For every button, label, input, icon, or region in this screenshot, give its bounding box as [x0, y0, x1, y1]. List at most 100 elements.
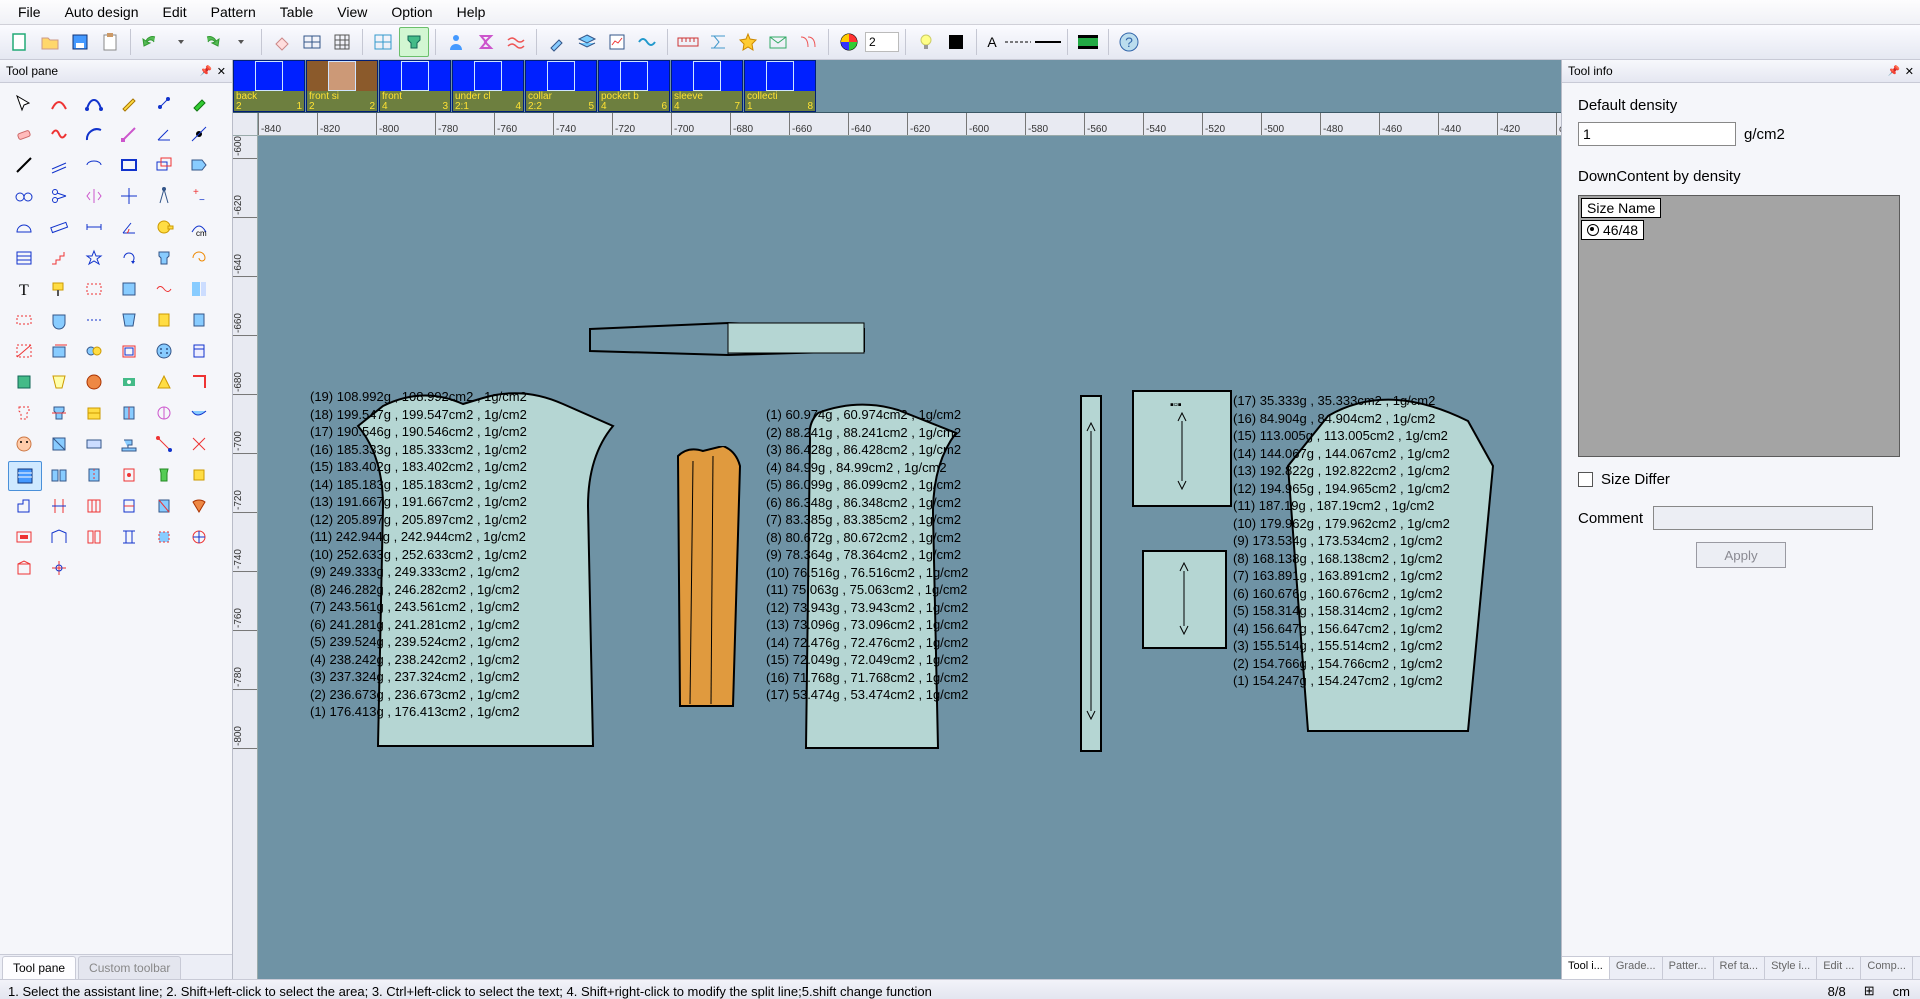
r4c1-icon[interactable] [8, 399, 40, 427]
r5c2-icon[interactable] [43, 430, 75, 458]
r2c4-icon[interactable] [113, 337, 145, 365]
r8c5-icon[interactable] [148, 523, 180, 551]
arc-tool-icon[interactable] [78, 120, 110, 148]
color-number-input[interactable] [865, 32, 899, 52]
save-icon[interactable] [66, 28, 94, 56]
r3c2-icon[interactable] [43, 368, 75, 396]
node-tool-icon[interactable] [148, 89, 180, 117]
piece4-tool-icon[interactable] [148, 306, 180, 334]
piece-thumb-collecti[interactable]: collecti18 [744, 60, 816, 112]
fan-tool-icon[interactable] [183, 492, 215, 520]
menu-help[interactable]: Help [445, 1, 498, 23]
menu-option[interactable]: Option [379, 1, 444, 23]
tab-custom-toolbar[interactable]: Custom toolbar [78, 956, 181, 979]
eraser-tool-icon[interactable] [8, 120, 40, 148]
piece-thumb-back[interactable]: back21 [233, 60, 305, 112]
waves-icon[interactable] [502, 28, 530, 56]
piece-thumb-front[interactable]: front43 [379, 60, 451, 112]
r4c6-icon[interactable] [183, 399, 215, 427]
pen-tool-icon[interactable] [113, 89, 145, 117]
piece-thumb-pocket-b[interactable]: pocket b46 [598, 60, 670, 112]
anglemeas-tool-icon[interactable] [113, 213, 145, 241]
tape-tool-icon[interactable] [148, 213, 180, 241]
r2c6-icon[interactable] [183, 337, 215, 365]
star3-tool-icon[interactable] [78, 244, 110, 272]
line-weight-dropdown[interactable] [1033, 28, 1061, 56]
close-icon[interactable]: ✕ [217, 65, 226, 78]
piece-thumb-front-si[interactable]: front si22 [306, 60, 378, 112]
ruler-diag-tool-icon[interactable] [43, 213, 75, 241]
line-tool-icon[interactable] [8, 151, 40, 179]
sigma-icon[interactable] [472, 28, 500, 56]
chart-icon[interactable] [603, 28, 631, 56]
r6c2-icon[interactable] [43, 461, 75, 489]
protractor-tool-icon[interactable] [8, 213, 40, 241]
compass-tool-icon[interactable] [148, 182, 180, 210]
r9c2-icon[interactable] [43, 554, 75, 582]
right-tab-1[interactable]: Grade... [1610, 957, 1663, 979]
size-list-box[interactable]: Size Name 46/48 [1578, 195, 1900, 457]
angle-tool-icon[interactable] [148, 120, 180, 148]
pin-icon[interactable]: 📌 [200, 66, 212, 77]
r2c2-icon[interactable] [43, 337, 75, 365]
r7c2-icon[interactable] [43, 492, 75, 520]
stripe-tool-icon[interactable] [8, 244, 40, 272]
vest-tool-icon[interactable] [148, 461, 180, 489]
r7c5-icon[interactable] [148, 492, 180, 520]
right-tab-0[interactable]: Tool i... [1562, 957, 1610, 979]
default-density-input[interactable] [1578, 122, 1736, 146]
color-wheel-icon[interactable] [835, 28, 863, 56]
curve-len-tool-icon[interactable]: cm [183, 213, 215, 241]
r5c5-icon[interactable] [148, 430, 180, 458]
text-tool-icon[interactable]: T [8, 275, 40, 303]
r8c6-icon[interactable] [183, 523, 215, 551]
star-icon[interactable] [734, 28, 762, 56]
glasses-tool-icon[interactable] [8, 182, 40, 210]
clipboard-icon[interactable] [96, 28, 124, 56]
r3c1-icon[interactable] [8, 368, 40, 396]
open-icon[interactable] [36, 28, 64, 56]
bulb-icon[interactable] [912, 28, 940, 56]
undo-icon[interactable] [137, 28, 165, 56]
piece-thumb-under-cl[interactable]: under cl2:14 [452, 60, 524, 112]
threads-icon[interactable] [794, 28, 822, 56]
r7c3-icon[interactable] [78, 492, 110, 520]
paint-tool-icon[interactable] [43, 275, 75, 303]
r4c3-icon[interactable] [78, 399, 110, 427]
r3c3-icon[interactable] [78, 368, 110, 396]
undo-dropdown-icon[interactable] [167, 28, 195, 56]
eraser-icon[interactable] [268, 28, 296, 56]
r4c5-icon[interactable] [148, 399, 180, 427]
size-differ-checkbox[interactable] [1578, 472, 1593, 487]
wave-tool-icon[interactable] [148, 275, 180, 303]
menu-autodesign[interactable]: Auto design [53, 1, 151, 23]
wave2-icon[interactable] [633, 28, 661, 56]
r8c2-icon[interactable] [43, 523, 75, 551]
right-tab-4[interactable]: Style i... [1765, 957, 1817, 979]
r9c1-icon[interactable] [8, 554, 40, 582]
scissors-tool-icon[interactable] [43, 182, 75, 210]
drawing-canvas[interactable]: ▪▫▪ (19) 108.992g , 108.992cm2 , 1g/cm2(… [258, 136, 1561, 979]
panel-tool-icon[interactable] [183, 275, 215, 303]
film-icon[interactable] [1074, 28, 1102, 56]
marker-tool-icon[interactable] [183, 89, 215, 117]
r5c6-icon[interactable] [183, 430, 215, 458]
plus-minus-tool-icon[interactable]: +− [183, 182, 215, 210]
rect-tool-icon[interactable] [113, 151, 145, 179]
black-square-icon[interactable] [942, 28, 970, 56]
r6c6-icon[interactable] [183, 461, 215, 489]
r3c5-icon[interactable] [148, 368, 180, 396]
size-option-4648[interactable]: 46/48 [1581, 220, 1644, 240]
grade-tool-icon[interactable] [43, 244, 75, 272]
segment-tool-icon[interactable] [113, 120, 145, 148]
tab-tool-pane[interactable]: Tool pane [2, 956, 76, 979]
brush-icon[interactable] [543, 28, 571, 56]
box-tool-icon[interactable] [113, 275, 145, 303]
comment-input[interactable] [1653, 506, 1873, 530]
r3c6-icon[interactable] [183, 368, 215, 396]
piece-thumb-collar[interactable]: collar2:25 [525, 60, 597, 112]
r4c2-icon[interactable] [43, 399, 75, 427]
sewing-machine-icon[interactable] [113, 430, 145, 458]
close-icon[interactable]: ✕ [1905, 65, 1914, 78]
layers-icon[interactable] [573, 28, 601, 56]
